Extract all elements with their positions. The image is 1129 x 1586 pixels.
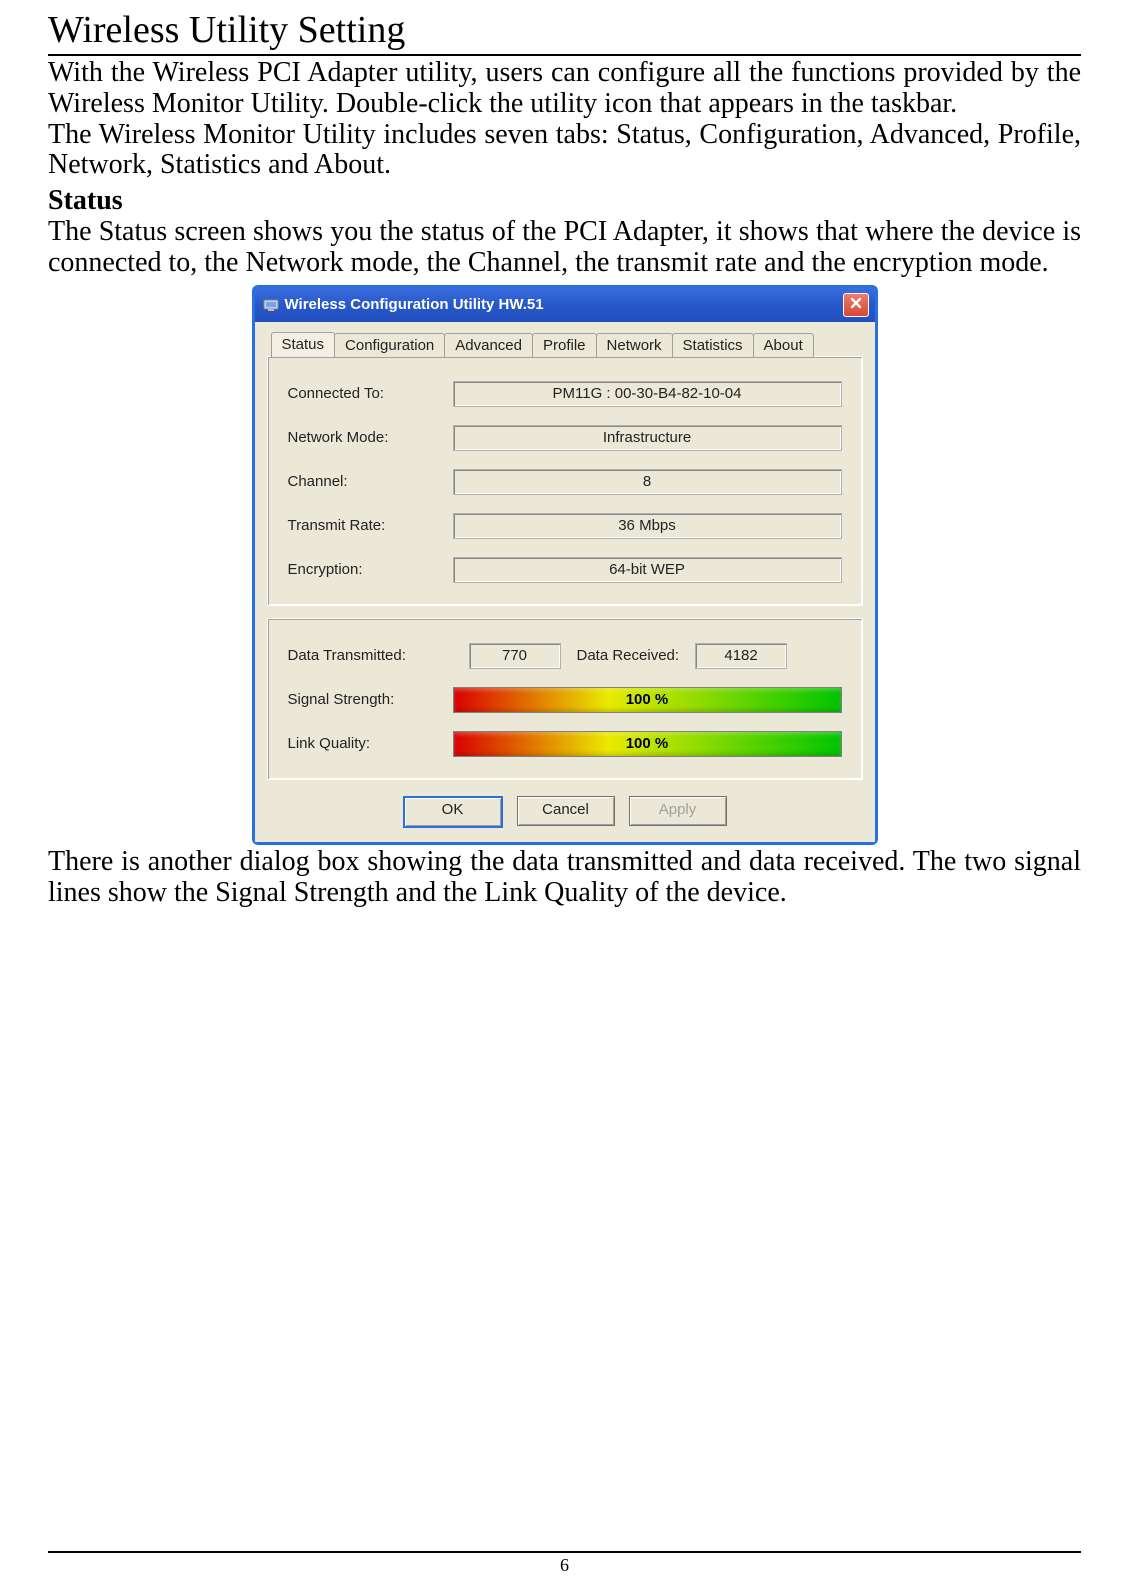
closing-paragraph: There is another dialog box showing the … bbox=[48, 847, 1081, 909]
channel-value: 8 bbox=[453, 469, 842, 495]
intro-paragraph-2: The Wireless Monitor Utility includes se… bbox=[48, 120, 1081, 182]
tab-statistics[interactable]: Statistics bbox=[672, 333, 754, 357]
data-tx-value: 770 bbox=[469, 643, 561, 669]
data-group: Data Transmitted: 770 Data Received: 418… bbox=[267, 618, 863, 780]
wireless-config-dialog: Wireless Configuration Utility HW.51 Sta… bbox=[252, 285, 878, 845]
channel-label: Channel: bbox=[288, 473, 453, 490]
tab-about[interactable]: About bbox=[753, 333, 814, 357]
transmit-rate-label: Transmit Rate: bbox=[288, 517, 453, 534]
status-subheading: Status bbox=[48, 185, 1081, 217]
page-number: 6 bbox=[48, 1555, 1081, 1586]
tab-status[interactable]: Status bbox=[271, 332, 336, 357]
tab-profile[interactable]: Profile bbox=[532, 333, 597, 357]
intro-paragraph-1: With the Wireless PCI Adapter utility, u… bbox=[48, 58, 1081, 120]
close-icon bbox=[850, 296, 862, 313]
status-paragraph: The Status screen shows you the status o… bbox=[48, 217, 1081, 279]
signal-strength-label: Signal Strength: bbox=[288, 691, 453, 708]
dialog-title: Wireless Configuration Utility HW.51 bbox=[285, 296, 544, 313]
page-heading: Wireless Utility Setting bbox=[48, 8, 1081, 56]
transmit-rate-value: 36 Mbps bbox=[453, 513, 842, 539]
network-mode-value: Infrastructure bbox=[453, 425, 842, 451]
dialog-body: Status Configuration Advanced Profile Ne… bbox=[255, 322, 875, 842]
data-rx-value: 4182 bbox=[695, 643, 787, 669]
link-quality-label: Link Quality: bbox=[288, 735, 453, 752]
data-rx-label: Data Received: bbox=[577, 647, 680, 664]
network-mode-label: Network Mode: bbox=[288, 429, 453, 446]
close-button[interactable] bbox=[843, 293, 869, 317]
dialog-titlebar[interactable]: Wireless Configuration Utility HW.51 bbox=[255, 288, 875, 322]
data-tx-label: Data Transmitted: bbox=[288, 647, 453, 664]
apply-button[interactable]: Apply bbox=[629, 796, 727, 826]
status-group: Connected To: PM11G : 00-30-B4-82-10-04 … bbox=[267, 356, 863, 606]
link-quality-value: 100 % bbox=[626, 735, 669, 752]
ok-button[interactable]: OK bbox=[403, 796, 503, 828]
app-icon bbox=[263, 297, 279, 313]
tab-network[interactable]: Network bbox=[596, 333, 673, 357]
cancel-button[interactable]: Cancel bbox=[517, 796, 615, 826]
dialog-button-bar: OK Cancel Apply bbox=[267, 792, 863, 828]
encryption-label: Encryption: bbox=[288, 561, 453, 578]
footer-rule bbox=[48, 1551, 1081, 1553]
encryption-value: 64-bit WEP bbox=[453, 557, 842, 583]
connected-to-value: PM11G : 00-30-B4-82-10-04 bbox=[453, 381, 842, 407]
tab-bar: Status Configuration Advanced Profile Ne… bbox=[271, 332, 863, 357]
connected-to-label: Connected To: bbox=[288, 385, 453, 402]
signal-strength-bar: 100 % bbox=[453, 687, 842, 713]
tab-advanced[interactable]: Advanced bbox=[444, 333, 533, 357]
signal-strength-value: 100 % bbox=[626, 691, 669, 708]
link-quality-bar: 100 % bbox=[453, 731, 842, 757]
tab-configuration[interactable]: Configuration bbox=[334, 333, 445, 357]
